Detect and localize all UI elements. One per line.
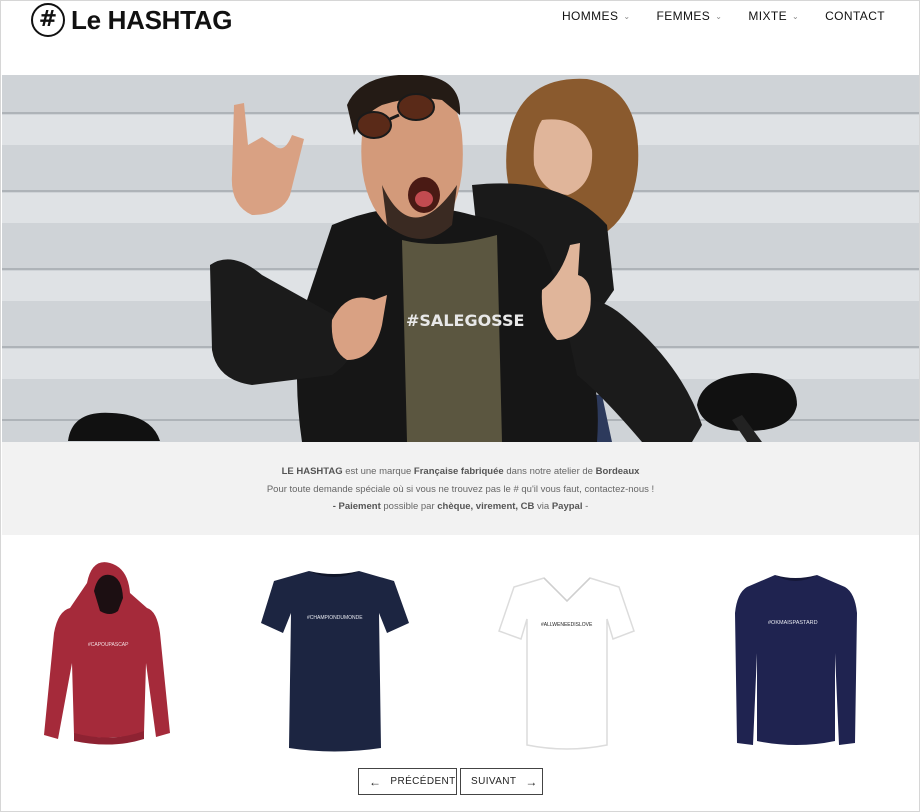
product-card-sweatshirt[interactable]: #OKMAISPASTARD — [717, 553, 877, 763]
intro-text: - — [582, 501, 589, 512]
product-print-text: #OKMAISPASTARD — [768, 620, 818, 626]
intro-emphasis: chèque, virement, CB — [437, 501, 535, 512]
product-card-vneck[interactable]: #ALLWENEEDISLOVE — [479, 553, 654, 763]
pagination: ← PRÉCÉDENT SUIVANT → — [358, 768, 543, 795]
brand-name: Le HASHTAG — [71, 4, 233, 35]
intro-emphasis: Paypal — [551, 501, 583, 512]
intro-line-3: - Paiement possible par chèque, virement… — [2, 498, 919, 516]
hashtag-logo-icon: # — [31, 3, 65, 37]
product-print-text: #CAPOUPASCAP — [88, 642, 129, 648]
intro-emphasis: Bordeaux — [595, 466, 640, 477]
product-image: #CHAMPIONDUMONDE — [261, 571, 409, 752]
nav-item-hommes[interactable]: HOMMES ⌄ — [562, 9, 631, 23]
previous-button[interactable]: ← PRÉCÉDENT — [358, 768, 457, 795]
page: # Le HASHTAG HOMMES ⌄ FEMMES ⌄ MIXTE ⌄ C… — [0, 0, 920, 812]
intro-text: possible par — [380, 501, 438, 512]
intro-text: est une marque — [342, 466, 414, 477]
intro-emphasis: Française fabriquée — [413, 466, 504, 477]
nav-item-contact[interactable]: CONTACT — [825, 9, 885, 23]
previous-label: PRÉCÉDENT — [390, 776, 456, 787]
product-card-tshirt[interactable]: #CHAMPIONDUMONDE — [239, 553, 429, 763]
nav-item-label: CONTACT — [825, 9, 885, 23]
intro-text: via — [534, 501, 552, 512]
arrow-left-icon: ← — [369, 774, 382, 789]
vneck-shape — [498, 577, 635, 750]
sweatshirt-shape — [735, 575, 857, 745]
hero-banner-image: #SALEGOSSE — [2, 75, 919, 442]
logo[interactable]: # Le HASHTAG — [31, 3, 233, 37]
intro-line-1: LE HASHTAG est une marque Française fabr… — [2, 463, 919, 481]
arrow-right-icon: → — [525, 774, 538, 789]
chevron-down-icon: ⌄ — [715, 11, 723, 21]
tshirt-shape — [261, 571, 409, 752]
product-carousel: #CAPOUPASCAP #CHAMPIONDUMONDE #ALLWENEED… — [2, 535, 919, 765]
next-label: SUIVANT — [471, 776, 517, 787]
product-image: #ALLWENEEDISLOVE — [498, 577, 635, 750]
chevron-down-icon: ⌄ — [623, 11, 631, 21]
intro-text-band: LE HASHTAG est une marque Française fabr… — [2, 442, 919, 535]
nav-item-label: HOMMES — [561, 9, 619, 23]
nav-item-femmes[interactable]: FEMMES ⌄ — [656, 9, 722, 23]
nav-item-mixte[interactable]: MIXTE ⌄ — [748, 9, 799, 23]
product-card-hoodie[interactable]: #CAPOUPASCAP — [32, 553, 182, 763]
nav-item-label: FEMMES — [656, 9, 711, 23]
intro-line-2: Pour toute demande spéciale où si vous n… — [266, 483, 655, 495]
main-nav: HOMMES ⌄ FEMMES ⌄ MIXTE ⌄ CONTACT — [536, 9, 885, 23]
product-print-text: #ALLWENEEDISLOVE — [541, 622, 593, 628]
product-image: #CAPOUPASCAP — [44, 562, 170, 745]
intro-text: dans notre atelier de — [503, 466, 596, 477]
hero-tshirt-print: #SALEGOSSE — [406, 311, 524, 330]
site-header: # Le HASHTAG HOMMES ⌄ FEMMES ⌄ MIXTE ⌄ C… — [1, 1, 919, 75]
product-print-text: #CHAMPIONDUMONDE — [307, 615, 363, 621]
next-button[interactable]: SUIVANT → — [460, 768, 543, 795]
intro-emphasis: - Paiement — [332, 501, 381, 512]
nav-item-label: MIXTE — [748, 9, 787, 23]
intro-brand: LE HASHTAG — [281, 466, 343, 477]
product-image: #OKMAISPASTARD — [735, 575, 857, 745]
chevron-down-icon: ⌄ — [791, 11, 800, 21]
